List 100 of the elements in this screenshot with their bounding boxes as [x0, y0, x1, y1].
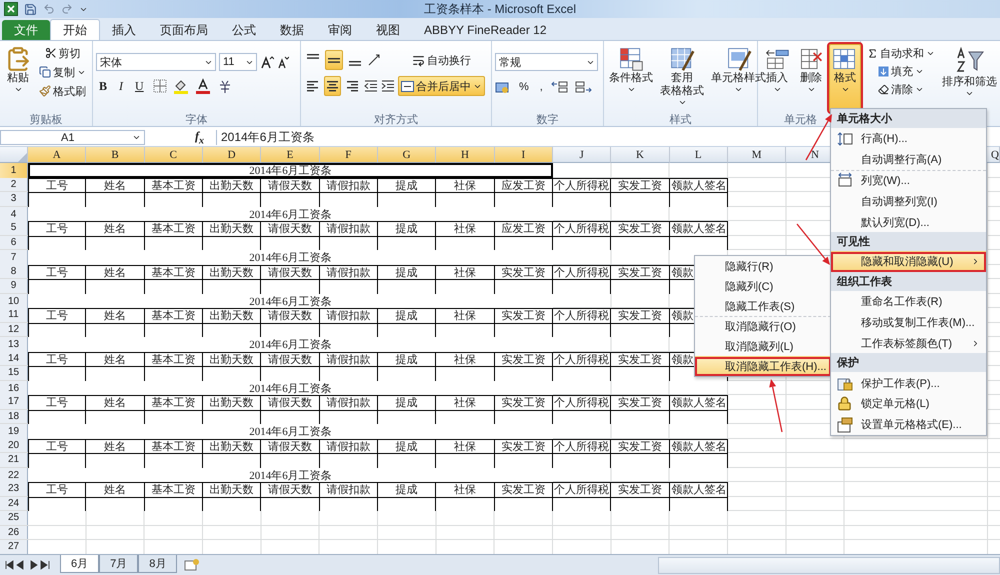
style-button[interactable]: 套用 表格格式 — [658, 44, 706, 112]
row-header[interactable]: 24 — [0, 496, 28, 510]
decrease-decimal-icon[interactable] — [574, 80, 592, 94]
row-header[interactable]: 5 — [0, 221, 28, 234]
font-size-field[interactable]: 11 — [219, 53, 257, 71]
row-header[interactable]: 22 — [0, 468, 28, 482]
decrease-indent-icon[interactable] — [364, 80, 378, 92]
column-header[interactable]: G — [378, 147, 436, 163]
row-header[interactable]: 18 — [0, 410, 28, 423]
borders-icon[interactable] — [152, 79, 167, 93]
ribbon-tab[interactable]: 公式 — [220, 20, 268, 40]
menu-item[interactable]: 保护工作表(P)... — [831, 372, 986, 393]
style-button[interactable]: 条件格式 — [607, 44, 655, 112]
ribbon-tab[interactable]: ABBYY FineReader 12 — [412, 20, 559, 40]
column-header[interactable]: I — [494, 147, 553, 163]
ribbon-tab[interactable]: 视图 — [364, 20, 412, 40]
column-header[interactable]: H — [436, 147, 495, 163]
ribbon-tab[interactable]: 插入 — [100, 20, 148, 40]
row-header[interactable]: 14 — [0, 352, 28, 365]
column-header[interactable]: D — [202, 147, 262, 163]
function-icon[interactable]: f$_{x}$ — [195, 128, 204, 146]
menu-item[interactable]: 设置单元格格式(E)... — [831, 414, 986, 435]
column-header[interactable]: L — [670, 147, 728, 163]
orientation-icon[interactable] — [367, 54, 381, 66]
row-header[interactable]: 3 — [0, 192, 28, 206]
menu-item[interactable]: 重命名工作表(R) — [831, 290, 986, 312]
row-header[interactable]: 13 — [0, 337, 28, 352]
underline-button[interactable]: U — [132, 77, 147, 95]
column-header[interactable]: C — [144, 147, 203, 163]
row-header[interactable]: 1 — [0, 163, 28, 178]
autosum-button[interactable]: 自动求和 — [864, 44, 938, 62]
menu-item[interactable]: 隐藏和取消隐藏(U) — [831, 250, 986, 272]
shrink-font-icon[interactable] — [277, 55, 289, 69]
column-header[interactable]: B — [86, 147, 145, 163]
percent-button[interactable]: % — [516, 78, 532, 96]
sheet-tab[interactable]: 7月 — [99, 554, 138, 572]
save-icon[interactable] — [24, 2, 37, 16]
row-header[interactable]: 21 — [0, 453, 28, 466]
cells-button[interactable]: 删除 — [795, 44, 827, 112]
copy-button[interactable]: 复制 — [36, 63, 89, 81]
menu-item[interactable]: 工作表标签颜色(T) — [831, 332, 986, 354]
name-box[interactable]: A1 — [0, 130, 145, 145]
increase-decimal-icon[interactable] — [550, 80, 569, 94]
column-header[interactable]: J — [552, 147, 612, 163]
horizontal-scrollbar[interactable] — [658, 556, 1000, 574]
row-header[interactable]: 11 — [0, 308, 28, 322]
italic-button[interactable]: I — [116, 77, 126, 95]
row-header[interactable]: 23 — [0, 482, 28, 496]
cut-button[interactable]: 剪切 — [36, 44, 89, 62]
column-header[interactable]: F — [320, 147, 378, 163]
wrap-text-button[interactable]: 自动换行 — [398, 50, 485, 70]
merge-center-button[interactable]: 合并后居中 — [398, 76, 485, 96]
fill-color-icon[interactable] — [172, 78, 189, 94]
row-header[interactable]: 15 — [0, 366, 28, 380]
paste-button[interactable]: 粘贴 — [3, 44, 33, 112]
ribbon-tab[interactable]: 页面布局 — [148, 20, 220, 40]
column-header[interactable]: Q — [988, 147, 1000, 163]
row-header[interactable]: 27 — [0, 540, 28, 554]
menu-item[interactable]: 列宽(W)... — [831, 170, 986, 190]
increase-indent-icon[interactable] — [381, 80, 395, 92]
menu-item[interactable]: 自动调整列宽(I) — [831, 190, 986, 212]
row-header[interactable]: 6 — [0, 236, 28, 249]
column-header[interactable]: A — [28, 147, 86, 163]
row-header[interactable]: 20 — [0, 438, 28, 452]
menu-item[interactable]: 默认列宽(D)... — [831, 211, 986, 232]
format-painter-button[interactable]: 格式刷 — [36, 82, 89, 100]
menu-item[interactable]: 锁定单元格(L) — [831, 392, 986, 414]
row-header[interactable]: 25 — [0, 511, 28, 524]
row-header[interactable]: 8 — [0, 264, 28, 278]
font-color-icon[interactable] — [194, 78, 211, 94]
fill-button[interactable]: 填充 — [864, 62, 938, 80]
horizontal-align-button[interactable] — [324, 76, 341, 96]
excel-app-icon[interactable] — [4, 2, 18, 16]
ribbon-tab[interactable]: 数据 — [268, 20, 316, 40]
cells-button[interactable]: 格式 — [829, 44, 861, 112]
row-header[interactable]: 4 — [0, 206, 28, 222]
currency-icon[interactable] — [495, 80, 511, 94]
menu-item[interactable]: 移动或复制工作表(M)... — [831, 312, 986, 332]
sheet-tab[interactable]: 6月 — [60, 554, 100, 572]
row-header[interactable]: 12 — [0, 322, 28, 336]
column-header[interactable]: M — [728, 147, 786, 163]
row-header[interactable]: 10 — [0, 294, 28, 308]
menu-item[interactable]: 隐藏列(C) — [695, 276, 831, 296]
vertical-align-button[interactable] — [325, 50, 343, 70]
comma-button[interactable]: , — [536, 78, 546, 96]
column-header[interactable]: K — [611, 147, 670, 163]
row-header[interactable]: 17 — [0, 395, 28, 408]
ribbon-tab[interactable]: 开始 — [50, 19, 100, 40]
row-header[interactable]: 26 — [0, 526, 28, 539]
row-header[interactable]: 7 — [0, 250, 28, 265]
number-format-field[interactable]: 常规 — [495, 53, 598, 71]
column-header[interactable]: E — [261, 147, 320, 163]
row-header[interactable]: 16 — [0, 380, 28, 396]
clear-button[interactable]: 清除 — [864, 80, 938, 98]
font-name-field[interactable]: 宋体 — [96, 53, 216, 71]
grow-font-icon[interactable] — [260, 55, 274, 69]
sheet-tab[interactable]: 8月 — [138, 554, 178, 572]
menu-item[interactable]: 取消隐藏工作表(H)... — [695, 356, 831, 376]
bold-button[interactable]: B — [96, 77, 110, 95]
row-header[interactable]: 2 — [0, 178, 28, 191]
